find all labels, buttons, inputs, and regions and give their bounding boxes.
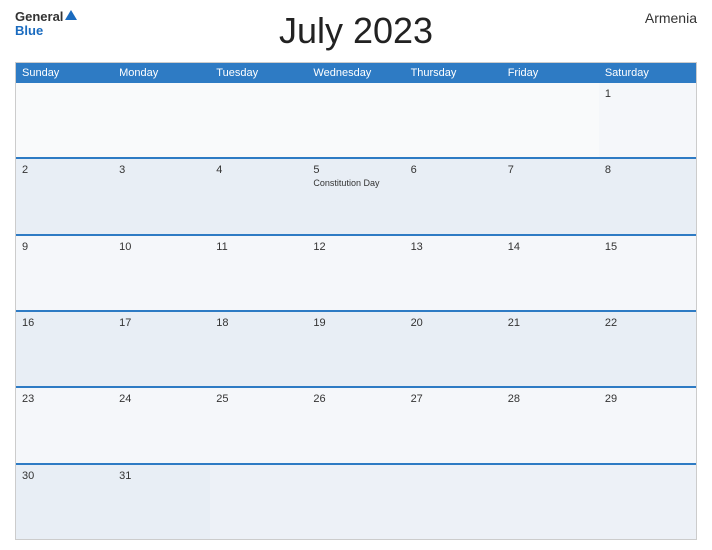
day-header-wednesday: Wednesday [307, 63, 404, 83]
day-cell-empty [405, 83, 502, 157]
day-cell-18: 18 [210, 312, 307, 386]
day-cell-10: 10 [113, 236, 210, 310]
day-number: 5 [313, 164, 398, 176]
day-number: 25 [216, 393, 301, 405]
day-cell-6: 6 [405, 159, 502, 233]
logo-general-text: General [15, 10, 63, 24]
calendar-title: July 2023 [279, 10, 433, 52]
day-cell-empty [405, 465, 502, 539]
day-number: 16 [22, 317, 107, 329]
week-row-3: 9 10 11 12 13 14 15 [16, 234, 696, 310]
day-number: 27 [411, 393, 496, 405]
day-header-saturday: Saturday [599, 63, 696, 83]
day-cell-31: 31 [113, 465, 210, 539]
day-headers: SundayMondayTuesdayWednesdayThursdayFrid… [16, 63, 696, 83]
day-cell-5: 5 Constitution Day [307, 159, 404, 233]
day-number: 6 [411, 164, 496, 176]
day-header-monday: Monday [113, 63, 210, 83]
day-number: 1 [605, 88, 690, 100]
day-number: 3 [119, 164, 204, 176]
logo-blue-text: Blue [15, 24, 43, 38]
day-number: 8 [605, 164, 690, 176]
week-row-6: 30 31 [16, 463, 696, 539]
page: General Blue July 2023 Armenia SundayMon… [0, 0, 712, 550]
day-cell-empty [210, 465, 307, 539]
day-number: 4 [216, 164, 301, 176]
day-number: 12 [313, 241, 398, 253]
day-cell-24: 24 [113, 388, 210, 462]
day-cell-9: 9 [16, 236, 113, 310]
day-cell-28: 28 [502, 388, 599, 462]
day-cell-14: 14 [502, 236, 599, 310]
day-number: 15 [605, 241, 690, 253]
day-cell-7: 7 [502, 159, 599, 233]
day-number: 10 [119, 241, 204, 253]
day-number: 26 [313, 393, 398, 405]
day-number: 21 [508, 317, 593, 329]
day-number: 24 [119, 393, 204, 405]
day-cell-22: 22 [599, 312, 696, 386]
day-cell-empty [16, 83, 113, 157]
day-header-tuesday: Tuesday [210, 63, 307, 83]
day-number: 11 [216, 241, 301, 253]
day-cell-20: 20 [405, 312, 502, 386]
day-cell-12: 12 [307, 236, 404, 310]
day-cell-25: 25 [210, 388, 307, 462]
day-cell-empty [502, 465, 599, 539]
day-number: 17 [119, 317, 204, 329]
day-number: 9 [22, 241, 107, 253]
country-label: Armenia [645, 10, 697, 26]
day-cell-30: 30 [16, 465, 113, 539]
week-row-1: 1 [16, 83, 696, 157]
day-cell-27: 27 [405, 388, 502, 462]
day-cell-empty [210, 83, 307, 157]
day-cell-empty [307, 465, 404, 539]
logo-triangle-icon [65, 10, 77, 20]
day-header-friday: Friday [502, 63, 599, 83]
day-cell-empty [113, 83, 210, 157]
day-cell-29: 29 [599, 388, 696, 462]
day-cell-16: 16 [16, 312, 113, 386]
day-cell-26: 26 [307, 388, 404, 462]
day-cell-2: 2 [16, 159, 113, 233]
day-cell-17: 17 [113, 312, 210, 386]
week-row-2: 2345 Constitution Day 678 [16, 157, 696, 233]
day-number: 20 [411, 317, 496, 329]
calendar: SundayMondayTuesdayWednesdayThursdayFrid… [15, 62, 697, 540]
day-cell-8: 8 [599, 159, 696, 233]
day-header-sunday: Sunday [16, 63, 113, 83]
day-number: 2 [22, 164, 107, 176]
day-number: 22 [605, 317, 690, 329]
day-number: 18 [216, 317, 301, 329]
day-cell-23: 23 [16, 388, 113, 462]
day-number: 7 [508, 164, 593, 176]
day-cell-4: 4 [210, 159, 307, 233]
day-number: 23 [22, 393, 107, 405]
day-cell-13: 13 [405, 236, 502, 310]
day-cell-empty [599, 465, 696, 539]
day-number: 30 [22, 470, 107, 482]
day-cell-1: 1 [599, 83, 696, 157]
day-number: 14 [508, 241, 593, 253]
day-cell-19: 19 [307, 312, 404, 386]
day-header-thursday: Thursday [405, 63, 502, 83]
day-cell-11: 11 [210, 236, 307, 310]
week-row-4: 16 17 18 19 20 21 22 [16, 310, 696, 386]
day-cell-21: 21 [502, 312, 599, 386]
day-cell-empty [502, 83, 599, 157]
logo: General Blue [15, 10, 77, 39]
weeks: 12345Constitution Day6789101112131415161… [16, 83, 696, 539]
day-cell-3: 3 [113, 159, 210, 233]
day-cell-15: 15 [599, 236, 696, 310]
day-number: 19 [313, 317, 398, 329]
header: General Blue July 2023 Armenia [15, 10, 697, 56]
week-row-5: 23 24 25 26 27 28 29 [16, 386, 696, 462]
day-cell-empty [307, 83, 404, 157]
day-number: 31 [119, 470, 204, 482]
day-number: 13 [411, 241, 496, 253]
day-event: Constitution Day [313, 178, 398, 188]
day-number: 28 [508, 393, 593, 405]
day-number: 29 [605, 393, 690, 405]
